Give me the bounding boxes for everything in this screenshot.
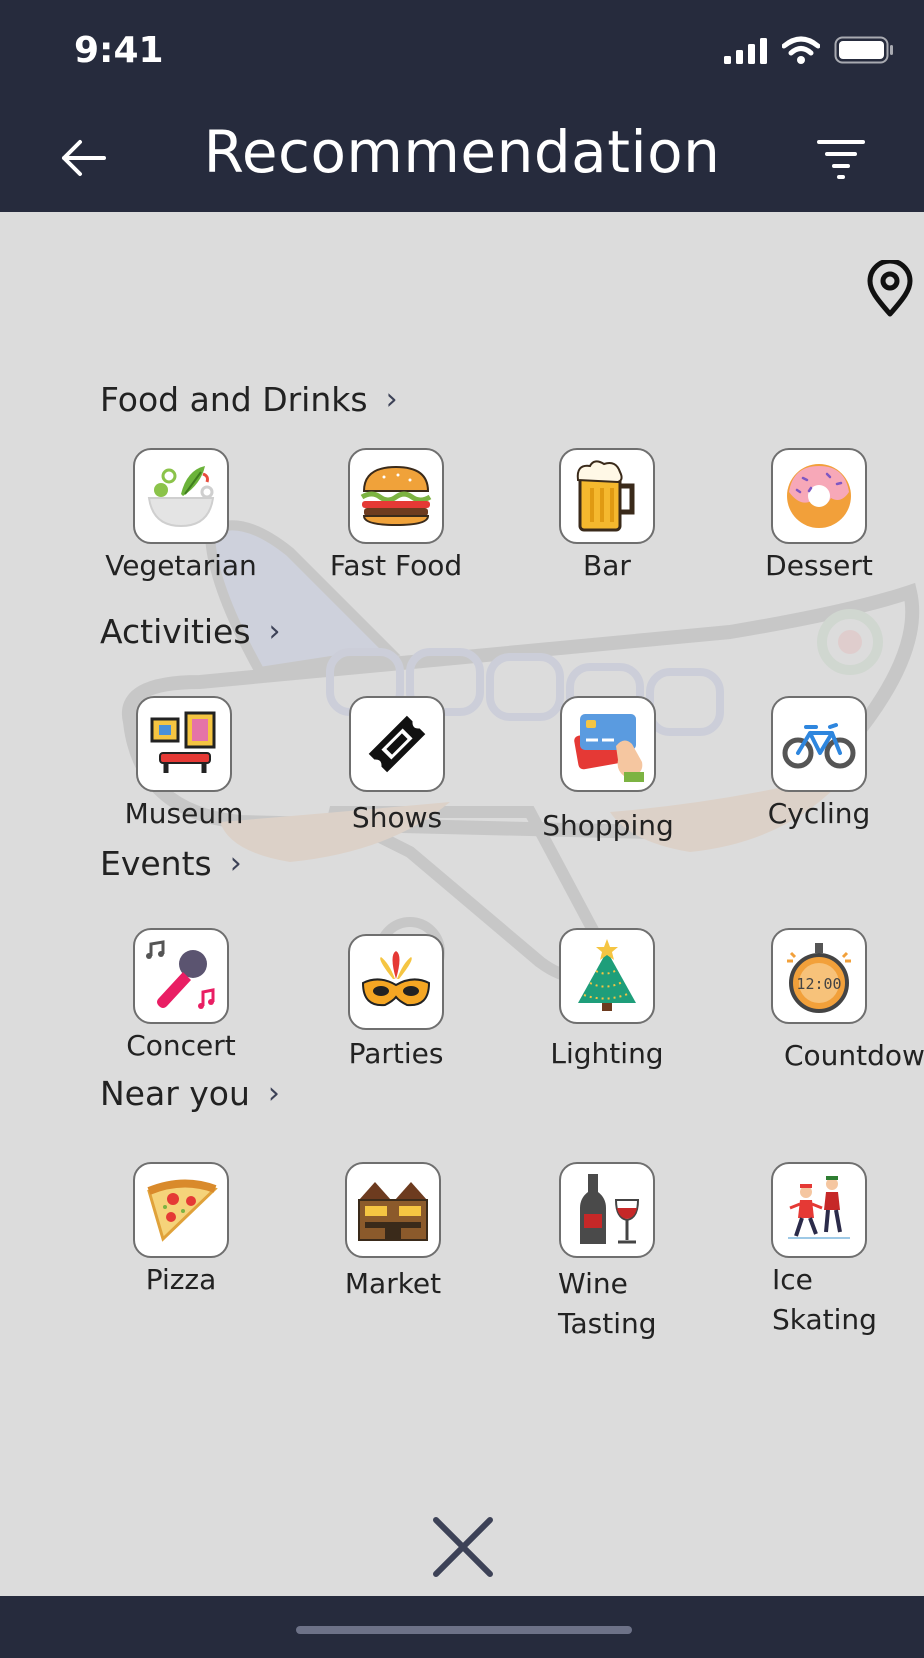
market-icon: [345, 1162, 441, 1258]
category-tile-bar[interactable]: Bar: [522, 448, 692, 586]
category-tile-concert[interactable]: Concert: [96, 928, 266, 1066]
mask-icon: [348, 934, 444, 1030]
page-title: Recommendation: [203, 118, 721, 186]
category-label: Shopping: [542, 809, 674, 842]
category-tile-pizza[interactable]: Pizza: [96, 1162, 266, 1300]
donut-icon: [771, 448, 867, 544]
burger-icon: [348, 448, 444, 544]
status-icons: [724, 36, 894, 64]
category-label: Shows: [351, 801, 443, 834]
category-tile-market[interactable]: Market: [308, 1162, 478, 1304]
wifi-icon: [782, 36, 820, 64]
wine-icon: [559, 1162, 655, 1258]
category-tile-wine-tasting[interactable]: Wine Tasting: [522, 1162, 692, 1344]
category-label: Countdown: [784, 1039, 924, 1072]
category-tile-parties[interactable]: Parties: [311, 934, 481, 1074]
category-tile-lighting[interactable]: Lighting: [522, 928, 692, 1074]
bicycle-icon: [771, 696, 867, 792]
home-indicator[interactable]: [296, 1626, 632, 1634]
battery-icon: [834, 36, 893, 64]
status-time: 9:41: [74, 30, 164, 71]
section-title: Food and Drinks: [100, 380, 368, 419]
microphone-icon: [133, 928, 229, 1024]
home-bar: [0, 1596, 924, 1658]
close-icon[interactable]: [428, 1512, 498, 1582]
chevron-right-icon: ›: [229, 846, 242, 881]
credit-card-icon: [560, 696, 656, 792]
category-label: Cycling: [767, 797, 871, 830]
category-tile-shopping[interactable]: Shopping: [523, 696, 693, 846]
header: Recommendation: [0, 100, 924, 212]
status-bar: 9:41: [0, 0, 924, 100]
chevron-right-icon: ›: [385, 382, 398, 417]
section-events[interactable]: Events ›: [100, 844, 242, 883]
category-tile-vegetarian[interactable]: Vegetarian: [96, 448, 266, 586]
location-pin-icon[interactable]: [866, 260, 914, 318]
category-tile-fast-food[interactable]: Fast Food: [311, 448, 481, 586]
museum-icon: [136, 696, 232, 792]
beer-icon: [559, 448, 655, 544]
filter-icon[interactable]: [816, 138, 866, 180]
ice-skating-icon: [771, 1162, 867, 1258]
category-tile-dessert[interactable]: Dessert: [734, 448, 904, 586]
signal-icon: [724, 38, 767, 64]
chevron-right-icon: ›: [267, 1076, 280, 1111]
category-tile-ice-skating[interactable]: Ice Skating: [734, 1162, 904, 1340]
ticket-icon: [349, 696, 445, 792]
section-title: Events: [100, 844, 212, 883]
section-title: Activities: [100, 612, 251, 651]
clock-icon: 12:00: [771, 928, 867, 1024]
pizza-icon: [133, 1162, 229, 1258]
category-label: Bar: [583, 549, 631, 582]
salad-icon: [133, 448, 229, 544]
category-tile-museum[interactable]: Museum: [99, 696, 269, 834]
category-label: Vegetarian: [105, 549, 257, 582]
section-food-and-drinks[interactable]: Food and Drinks ›: [100, 380, 398, 419]
category-label: Dessert: [765, 549, 873, 582]
category-tile-shows[interactable]: Shows: [312, 696, 482, 838]
category-tile-countdown[interactable]: 12:00 Countdown: [734, 928, 924, 1076]
christmas-tree-icon: [559, 928, 655, 1024]
category-label: Fast Food: [329, 549, 463, 582]
category-label: Ice Skating: [772, 1263, 877, 1336]
svg-text:12:00: 12:00: [796, 975, 841, 993]
category-label: Wine Tasting: [558, 1267, 657, 1340]
category-label: Parties: [348, 1037, 444, 1070]
chevron-right-icon: ›: [268, 614, 281, 649]
category-label: Market: [344, 1267, 442, 1300]
main-content: Food and Drinks › Vegetarian Fast Food B…: [0, 212, 924, 1596]
category-label: Museum: [124, 797, 244, 830]
section-title: Near you: [100, 1074, 250, 1113]
category-tile-cycling[interactable]: Cycling: [734, 696, 904, 834]
category-label: Lighting: [550, 1037, 664, 1070]
category-label: Pizza: [145, 1263, 217, 1296]
section-near-you[interactable]: Near you ›: [100, 1074, 280, 1113]
category-label: Concert: [126, 1029, 236, 1062]
section-activities[interactable]: Activities ›: [100, 612, 281, 651]
